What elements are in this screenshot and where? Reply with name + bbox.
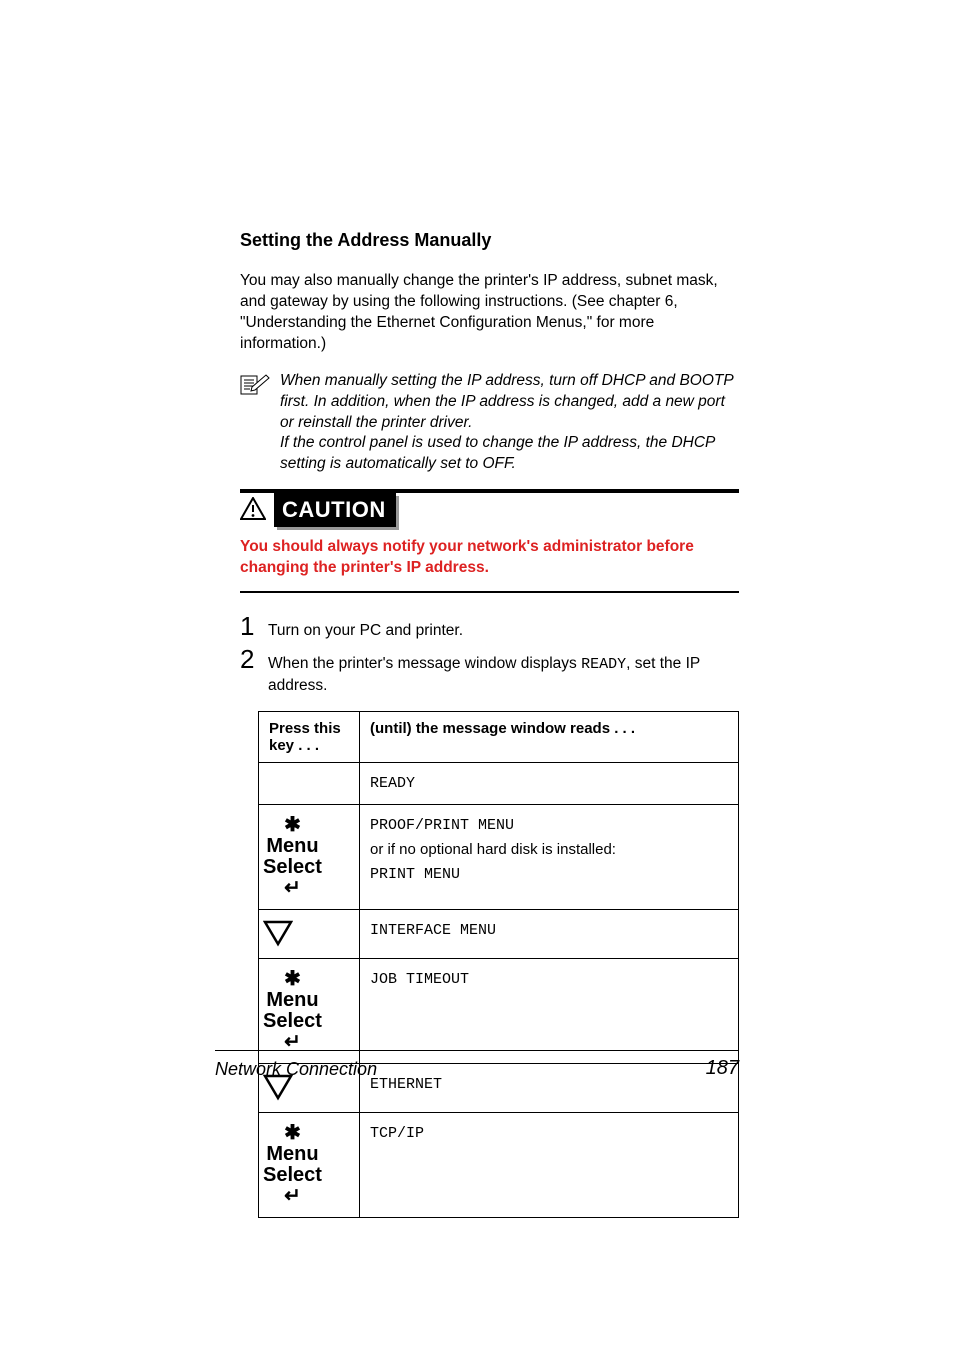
table-row: ✱MenuSelect↵ JOB TIMEOUT [259, 958, 739, 1063]
caution-body: You should always notify your network's … [240, 537, 739, 579]
table-row: ✱MenuSelect↵ TCP/IP [259, 1112, 739, 1217]
step2-mono: READY [581, 656, 626, 673]
note-text: When manually setting the IP address, tu… [280, 371, 739, 476]
step-1: 1 Turn on your PC and printer. [240, 611, 739, 642]
message-cell: TCP/IP [360, 1112, 739, 1217]
table-row: ✱MenuSelect↵ PROOF/PRINT MENU or if no opt… [259, 804, 739, 909]
warning-triangle-icon [240, 491, 268, 526]
footer-title: Network Connection [215, 1059, 377, 1080]
page-number: 187 [706, 1057, 739, 1080]
document-page: Setting the Address Manually You may als… [0, 0, 954, 1350]
message-mono: JOB TIMEOUT [370, 971, 469, 988]
intro-paragraph: You may also manually change the printer… [240, 271, 739, 355]
key-sequence-table: Press this key . . . (until) the message… [258, 711, 739, 1218]
key-cell: ✱MenuSelect↵ [259, 958, 360, 1063]
key-cell: ✱MenuSelect↵ [259, 804, 360, 909]
step2-before: When the printer's message window displa… [268, 655, 581, 672]
message-cell: JOB TIMEOUT [360, 958, 739, 1063]
message-mono: PROOF/PRINT MENU [370, 817, 514, 834]
note-block: When manually setting the IP address, tu… [240, 371, 739, 476]
menu-select-key-icon: ✱MenuSelect↵ [263, 969, 322, 1053]
menu-select-key-icon: ✱MenuSelect↵ [263, 815, 322, 899]
step-text: When the printer's message window displa… [264, 653, 739, 697]
message-mono: INTERFACE MENU [370, 922, 496, 939]
step-list: 1 Turn on your PC and printer. 2 When th… [240, 611, 739, 697]
step-text: Turn on your PC and printer. [264, 620, 463, 642]
key-cell [259, 909, 360, 958]
table-row: READY [259, 762, 739, 804]
note-line2: If the control panel is used to change t… [280, 434, 715, 472]
key-cell [259, 762, 360, 804]
section-heading: Setting the Address Manually [240, 230, 739, 251]
down-arrow-key-icon [263, 920, 355, 948]
step-2: 2 When the printer's message window disp… [240, 644, 739, 697]
message-cell: INTERFACE MENU [360, 909, 739, 958]
message-cell: READY [360, 762, 739, 804]
note-line1: When manually setting the IP address, tu… [280, 372, 733, 431]
step-number: 1 [240, 611, 264, 642]
menu-select-key-icon: ✱MenuSelect↵ [263, 1123, 322, 1207]
key-cell: ✱MenuSelect↵ [259, 1112, 360, 1217]
message-cell: PROOF/PRINT MENU or if no optional hard d… [360, 804, 739, 909]
table-header-key: Press this key . . . [259, 711, 360, 762]
message-mono: TCP/IP [370, 1125, 424, 1142]
message-plain: or if no optional hard disk is installed… [370, 841, 616, 858]
message-mono2: PRINT MENU [370, 866, 460, 883]
note-icon [240, 371, 280, 400]
caution-box: CAUTION You should always notify your ne… [240, 489, 739, 593]
table-header-msg: (until) the message window reads . . . [360, 711, 739, 762]
caution-label: CAUTION [274, 493, 396, 527]
step-number: 2 [240, 644, 264, 675]
table-row: INTERFACE MENU [259, 909, 739, 958]
message-mono: READY [370, 775, 415, 792]
page-footer: Network Connection 187 [215, 1050, 739, 1080]
